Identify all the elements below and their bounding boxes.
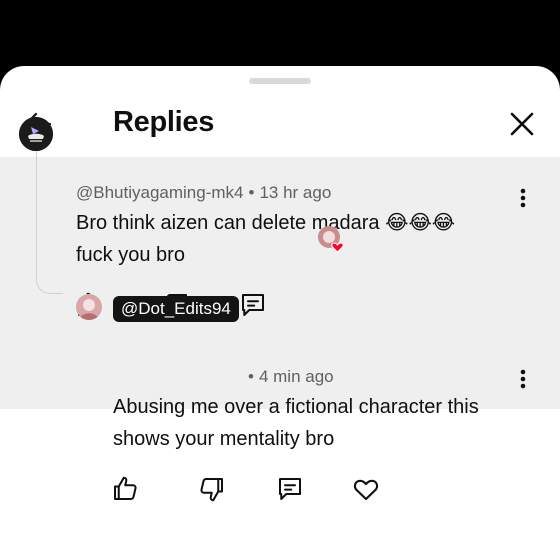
reply-text: Abusing me over a fictional character th… <box>113 391 479 455</box>
close-button[interactable] <box>504 106 540 142</box>
reply-meta: • 4 min ago <box>248 367 334 387</box>
like-button[interactable] <box>110 474 140 504</box>
thread-connector <box>36 145 63 294</box>
creator-heart-badge[interactable] <box>316 225 346 255</box>
avatar-image <box>19 117 53 151</box>
heart-icon <box>353 479 379 501</box>
comment-meta: @Bhutiyagaming-mk4 • 13 hr ago <box>76 183 331 203</box>
avatar[interactable] <box>76 294 102 320</box>
reply-icon <box>279 478 301 500</box>
comment-text: Bro think aizen can delete madara 😂😂😂 fu… <box>76 207 455 271</box>
reply-line: Abusing me over a fictional character th… <box>113 396 479 418</box>
creator-heart-icon <box>318 226 344 253</box>
heart-button[interactable] <box>351 474 381 504</box>
meta-separator: • <box>248 183 255 202</box>
more-options-button[interactable] <box>513 185 533 213</box>
comment-author[interactable]: @Bhutiyagaming-mk4 <box>76 183 244 202</box>
comment-time: 13 hr ago <box>259 183 332 202</box>
replies-header: Replies <box>0 92 560 156</box>
like-icon <box>114 476 137 500</box>
reply-time: 4 min ago <box>258 367 334 386</box>
close-icon <box>510 112 534 136</box>
more-vert-icon <box>520 188 526 208</box>
reply-author-badge[interactable]: @Dot_Edits94 <box>113 296 239 322</box>
comment-line: fuck you bro <box>76 244 185 266</box>
reply-button[interactable] <box>275 474 305 504</box>
dislike-icon <box>200 478 223 502</box>
dislike-button[interactable] <box>197 474 227 504</box>
page-title: Replies <box>113 106 215 138</box>
drag-handle[interactable] <box>249 78 311 84</box>
avatar[interactable] <box>19 117 53 151</box>
more-options-button[interactable] <box>513 366 533 394</box>
avatar-image <box>76 294 102 320</box>
reply-icon <box>242 294 264 316</box>
reply-button[interactable] <box>238 290 268 320</box>
more-vert-icon <box>520 369 526 389</box>
comment-line: Bro think aizen can delete madara 😂😂😂 <box>76 212 456 234</box>
meta-separator: • <box>248 367 254 386</box>
reply-line: shows your mentality bro <box>113 428 335 450</box>
